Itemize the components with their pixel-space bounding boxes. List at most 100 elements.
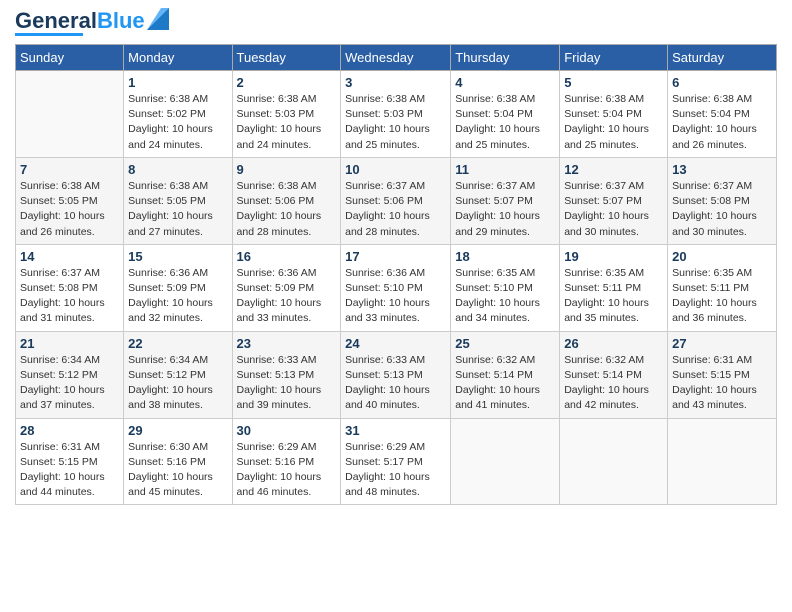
day-info: Sunrise: 6:35 AM Sunset: 5:11 PM Dayligh…: [564, 266, 663, 327]
calendar-cell: 4 Sunrise: 6:38 AM Sunset: 5:04 PM Daylig…: [451, 71, 560, 158]
day-info: Sunrise: 6:37 AM Sunset: 5:07 PM Dayligh…: [455, 179, 555, 240]
day-info: Sunrise: 6:37 AM Sunset: 5:07 PM Dayligh…: [564, 179, 663, 240]
calendar-cell: 18 Sunrise: 6:35 AM Sunset: 5:10 PM Dayli…: [451, 244, 560, 331]
calendar-cell: 15Sunrise: 6:36 AM Sunset: 5:09 PM Dayli…: [124, 244, 232, 331]
calendar-cell: 16 Sunrise: 6:36 AM Sunset: 5:09 PM Dayli…: [232, 244, 341, 331]
calendar-cell: 11 Sunrise: 6:37 AM Sunset: 5:07 PM Dayli…: [451, 157, 560, 244]
calendar-cell: 3 Sunrise: 6:38 AM Sunset: 5:03 PM Daylig…: [341, 71, 451, 158]
day-info: Sunrise: 6:36 AM Sunset: 5:09 PM Dayligh…: [237, 266, 337, 327]
day-number: 5: [564, 75, 663, 90]
day-number: 17: [345, 249, 446, 264]
day-number: 3: [345, 75, 446, 90]
day-number: 19: [564, 249, 663, 264]
day-number: 29: [128, 423, 227, 438]
day-number: 12: [564, 162, 663, 177]
day-info: Sunrise: 6:29 AM Sunset: 5:17 PM Dayligh…: [345, 440, 446, 501]
page-header: GeneralBlue: [15, 10, 777, 36]
calendar-cell: 28 Sunrise: 6:31 AM Sunset: 5:15 PM Dayli…: [16, 418, 124, 505]
day-info: Sunrise: 6:38 AM Sunset: 5:04 PM Dayligh…: [564, 92, 663, 153]
calendar-cell: [16, 71, 124, 158]
day-number: 8: [128, 162, 227, 177]
weekday-header: Thursday: [451, 45, 560, 71]
day-info: Sunrise: 6:32 AM Sunset: 5:14 PM Dayligh…: [455, 353, 555, 414]
calendar-cell: [560, 418, 668, 505]
weekday-header: Sunday: [16, 45, 124, 71]
calendar-cell: 29 Sunrise: 6:30 AM Sunset: 5:16 PM Dayli…: [124, 418, 232, 505]
day-number: 25: [455, 336, 555, 351]
day-info: Sunrise: 6:33 AM Sunset: 5:13 PM Dayligh…: [345, 353, 446, 414]
day-info: Sunrise: 6:38 AM Sunset: 5:04 PM Dayligh…: [455, 92, 555, 153]
day-info: Sunrise: 6:35 AM Sunset: 5:10 PM Dayligh…: [455, 266, 555, 327]
day-info: Sunrise: 6:38 AM Sunset: 5:04 PM Dayligh…: [672, 92, 772, 153]
calendar-cell: 10 Sunrise: 6:37 AM Sunset: 5:06 PM Dayli…: [341, 157, 451, 244]
day-number: 10: [345, 162, 446, 177]
day-number: 14: [20, 249, 119, 264]
day-number: 1: [128, 75, 227, 90]
calendar-cell: 12 Sunrise: 6:37 AM Sunset: 5:07 PM Dayli…: [560, 157, 668, 244]
day-number: 23: [237, 336, 337, 351]
calendar-cell: 5 Sunrise: 6:38 AM Sunset: 5:04 PM Daylig…: [560, 71, 668, 158]
day-info: Sunrise: 6:38 AM Sunset: 5:03 PM Dayligh…: [345, 92, 446, 153]
calendar-cell: 6 Sunrise: 6:38 AM Sunset: 5:04 PM Daylig…: [668, 71, 777, 158]
calendar-cell: 24 Sunrise: 6:33 AM Sunset: 5:13 PM Dayli…: [341, 331, 451, 418]
calendar-cell: 26 Sunrise: 6:32 AM Sunset: 5:14 PM Dayli…: [560, 331, 668, 418]
day-info: Sunrise: 6:31 AM Sunset: 5:15 PM Dayligh…: [20, 440, 119, 501]
calendar-cell: 2 Sunrise: 6:38 AM Sunset: 5:03 PM Daylig…: [232, 71, 341, 158]
day-number: 22: [128, 336, 227, 351]
day-info: Sunrise: 6:37 AM Sunset: 5:08 PM Dayligh…: [20, 266, 119, 327]
weekday-header: Tuesday: [232, 45, 341, 71]
calendar-cell: 27 Sunrise: 6:31 AM Sunset: 5:15 PM Dayli…: [668, 331, 777, 418]
day-info: Sunrise: 6:30 AM Sunset: 5:16 PM Dayligh…: [128, 440, 227, 501]
calendar-cell: 31 Sunrise: 6:29 AM Sunset: 5:17 PM Dayli…: [341, 418, 451, 505]
logo-text: GeneralBlue: [15, 10, 145, 32]
calendar-cell: 19 Sunrise: 6:35 AM Sunset: 5:11 PM Dayli…: [560, 244, 668, 331]
calendar-cell: 21Sunrise: 6:34 AM Sunset: 5:12 PM Dayli…: [16, 331, 124, 418]
day-number: 7: [20, 162, 119, 177]
weekday-header: Friday: [560, 45, 668, 71]
day-number: 2: [237, 75, 337, 90]
day-number: 15: [128, 249, 227, 264]
day-info: Sunrise: 6:38 AM Sunset: 5:03 PM Dayligh…: [237, 92, 337, 153]
day-number: 27: [672, 336, 772, 351]
day-info: Sunrise: 6:31 AM Sunset: 5:15 PM Dayligh…: [672, 353, 772, 414]
day-info: Sunrise: 6:37 AM Sunset: 5:06 PM Dayligh…: [345, 179, 446, 240]
day-number: 20: [672, 249, 772, 264]
day-number: 21: [20, 336, 119, 351]
day-info: Sunrise: 6:36 AM Sunset: 5:10 PM Dayligh…: [345, 266, 446, 327]
weekday-header: Wednesday: [341, 45, 451, 71]
day-info: Sunrise: 6:38 AM Sunset: 5:02 PM Dayligh…: [128, 92, 227, 153]
day-number: 24: [345, 336, 446, 351]
calendar-cell: 7Sunrise: 6:38 AM Sunset: 5:05 PM Daylig…: [16, 157, 124, 244]
calendar-cell: 13 Sunrise: 6:37 AM Sunset: 5:08 PM Dayli…: [668, 157, 777, 244]
calendar-cell: 23Sunrise: 6:33 AM Sunset: 5:13 PM Dayli…: [232, 331, 341, 418]
day-number: 4: [455, 75, 555, 90]
day-number: 16: [237, 249, 337, 264]
calendar-cell: 8Sunrise: 6:38 AM Sunset: 5:05 PM Daylig…: [124, 157, 232, 244]
calendar-cell: 1 Sunrise: 6:38 AM Sunset: 5:02 PM Daylig…: [124, 71, 232, 158]
day-info: Sunrise: 6:37 AM Sunset: 5:08 PM Dayligh…: [672, 179, 772, 240]
calendar-table: SundayMondayTuesdayWednesdayThursdayFrid…: [15, 44, 777, 505]
logo-icon: [147, 8, 169, 30]
calendar-cell: 14 Sunrise: 6:37 AM Sunset: 5:08 PM Dayli…: [16, 244, 124, 331]
day-number: 26: [564, 336, 663, 351]
day-info: Sunrise: 6:34 AM Sunset: 5:12 PM Dayligh…: [128, 353, 227, 414]
day-number: 6: [672, 75, 772, 90]
day-number: 28: [20, 423, 119, 438]
day-info: Sunrise: 6:29 AM Sunset: 5:16 PM Dayligh…: [237, 440, 337, 501]
day-number: 31: [345, 423, 446, 438]
weekday-header: Saturday: [668, 45, 777, 71]
calendar-cell: [668, 418, 777, 505]
day-number: 13: [672, 162, 772, 177]
day-number: 18: [455, 249, 555, 264]
logo: GeneralBlue: [15, 10, 169, 36]
calendar-cell: 17 Sunrise: 6:36 AM Sunset: 5:10 PM Dayli…: [341, 244, 451, 331]
day-info: Sunrise: 6:32 AM Sunset: 5:14 PM Dayligh…: [564, 353, 663, 414]
weekday-header: Monday: [124, 45, 232, 71]
day-number: 11: [455, 162, 555, 177]
day-number: 30: [237, 423, 337, 438]
calendar-cell: 25 Sunrise: 6:32 AM Sunset: 5:14 PM Dayli…: [451, 331, 560, 418]
calendar-cell: 22 Sunrise: 6:34 AM Sunset: 5:12 PM Dayli…: [124, 331, 232, 418]
calendar-cell: 9Sunrise: 6:38 AM Sunset: 5:06 PM Daylig…: [232, 157, 341, 244]
day-number: 9: [237, 162, 337, 177]
calendar-cell: [451, 418, 560, 505]
